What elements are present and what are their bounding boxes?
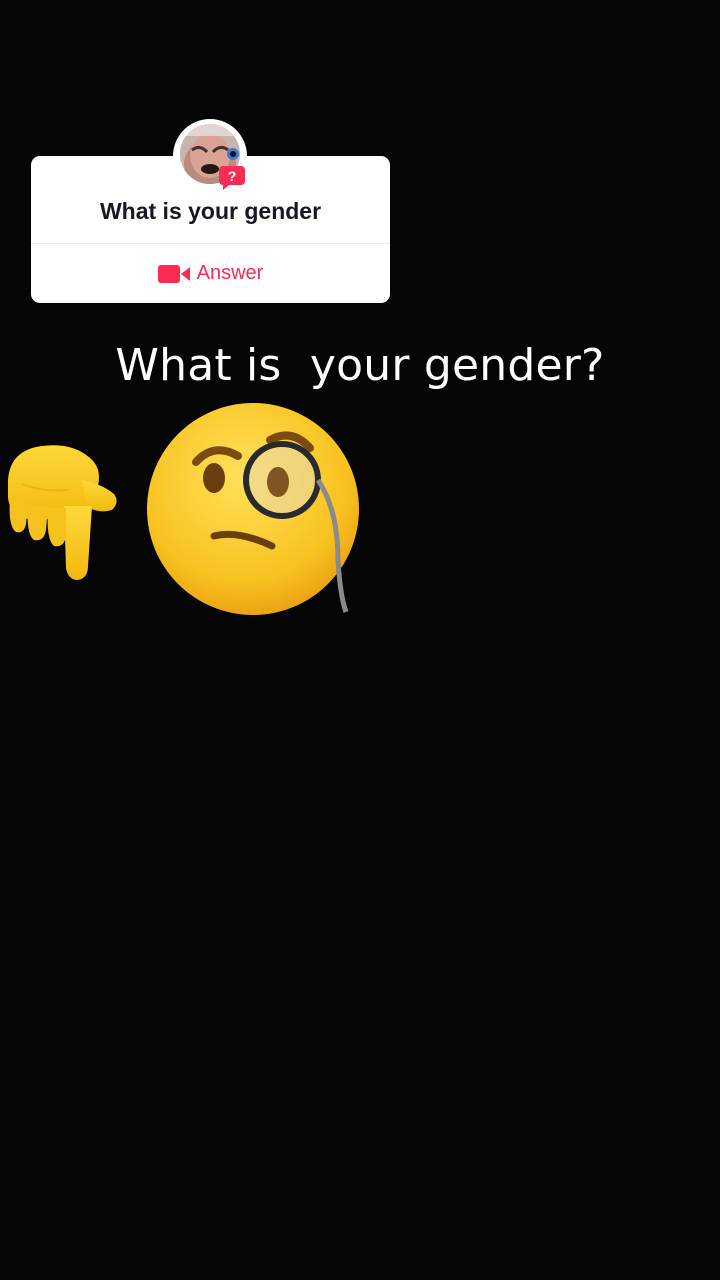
video-screen: What is your gender Answer ? What is you… bbox=[0, 0, 720, 1280]
video-camera-icon bbox=[157, 264, 190, 283]
asker-avatar[interactable]: ? bbox=[173, 119, 247, 193]
question-text: What is your gender bbox=[99, 198, 322, 224]
backhand-index-pointing-down-emoji bbox=[8, 445, 117, 580]
answer-label: Answer bbox=[196, 262, 264, 284]
question-badge-icon: ? bbox=[219, 166, 245, 190]
answer-button[interactable]: Answer bbox=[31, 244, 390, 303]
overlay-caption: What is your gender? bbox=[115, 340, 605, 391]
badge-question-mark: ? bbox=[228, 168, 237, 184]
face-with-monocle-emoji bbox=[147, 403, 359, 615]
